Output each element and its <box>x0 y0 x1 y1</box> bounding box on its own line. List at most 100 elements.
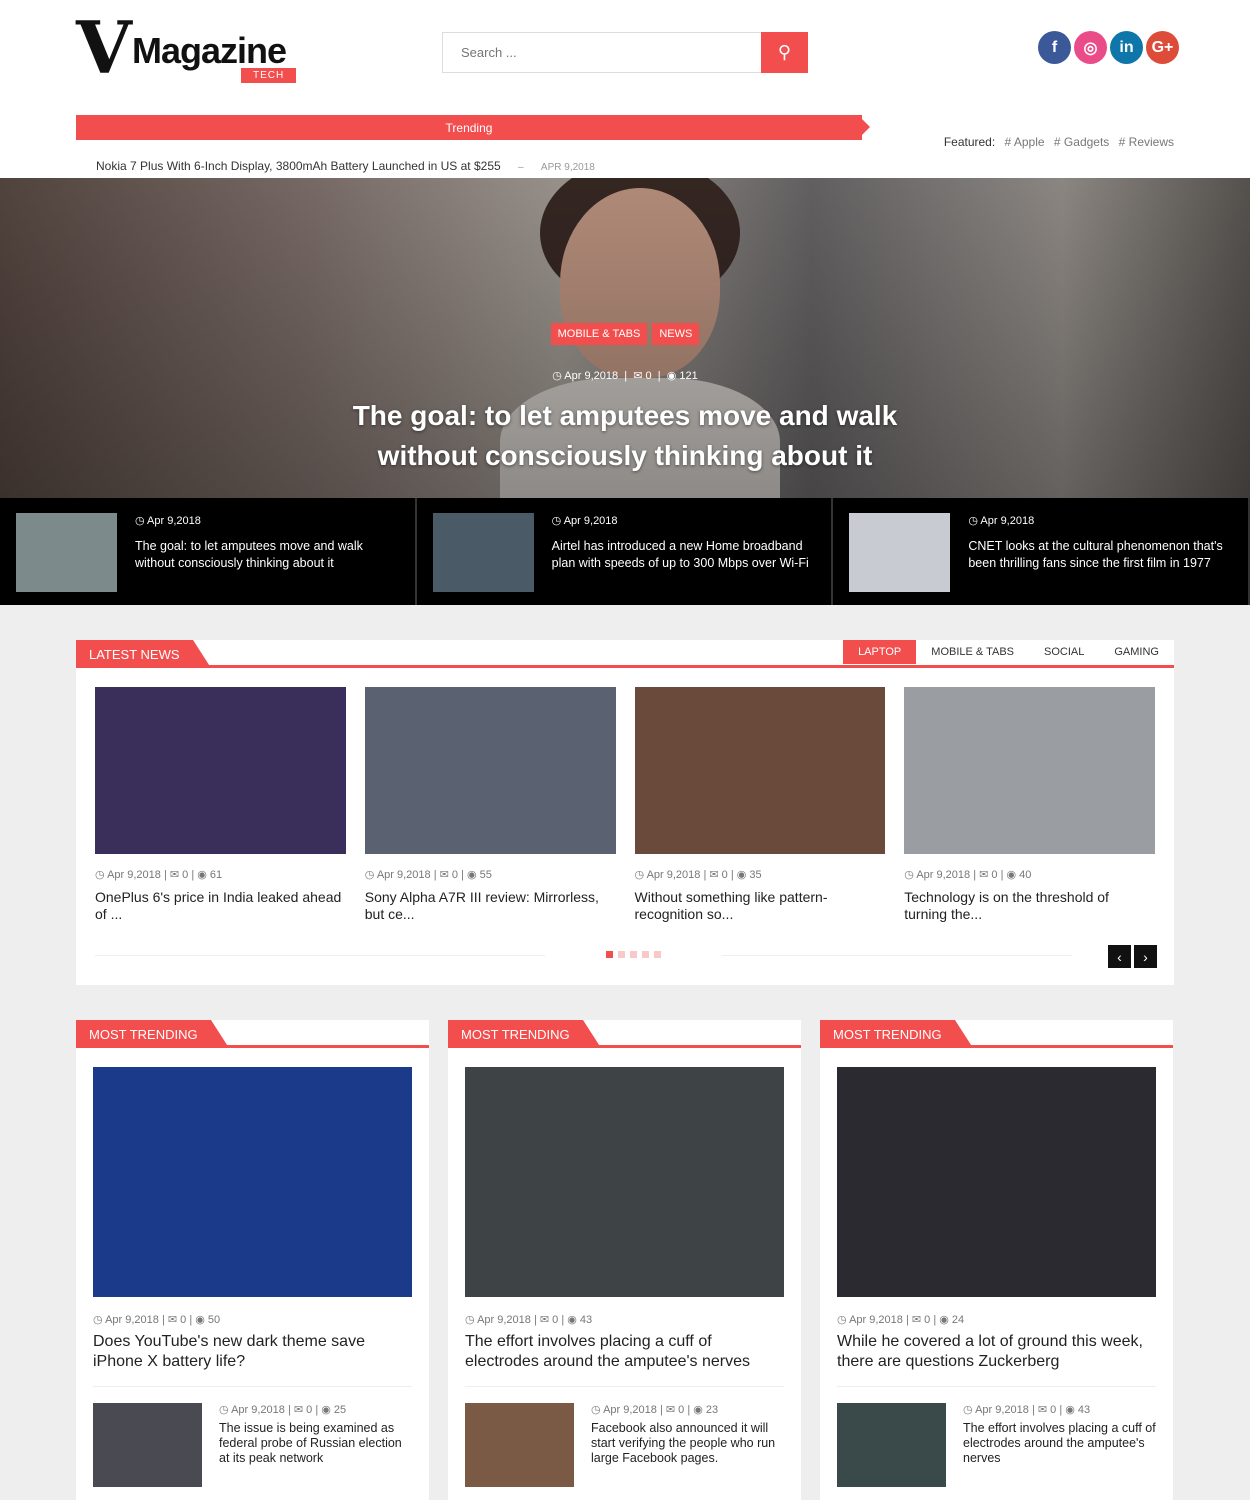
section-label: MOST TRENDING <box>76 1020 229 1048</box>
carousel-arrows: ‹ › <box>1108 945 1157 968</box>
small-title[interactable]: The issue is being examined as federal p… <box>219 1421 412 1466</box>
post-date: Apr 9,2018 <box>849 1314 903 1326</box>
news-card[interactable]: ◷ Apr 9,2018 | ✉ 0 | ◉ 61 OnePlus 6's pri… <box>95 687 346 923</box>
logo-text: Magazine <box>132 30 287 71</box>
post-date: Apr 9,2018 <box>603 1404 657 1416</box>
strip-date: ◷ Apr 9,2018 <box>135 515 201 527</box>
card-image <box>904 687 1155 854</box>
strip-title[interactable]: Airtel has introduced a new Home broadba… <box>552 538 816 572</box>
comment-icon: ✉ <box>293 1404 307 1416</box>
pager-dot[interactable] <box>654 951 661 958</box>
post-date: Apr 9,2018 <box>105 1314 159 1326</box>
pager-line <box>722 955 1072 956</box>
eye-icon: ◉ <box>197 869 210 881</box>
trend-small-post[interactable]: ◷ Apr 9,2018 | ✉ 0 | ◉ 25 The issue is be… <box>93 1403 412 1487</box>
trend-title[interactable]: Does YouTube's new dark theme save iPhon… <box>93 1332 412 1387</box>
next-button[interactable]: › <box>1134 945 1157 968</box>
trend-small-post[interactable]: ◷ Apr 9,2018 | ✉ 0 | ◉ 43 The effort invo… <box>837 1403 1156 1487</box>
section-header: MOST TRENDING <box>76 1020 429 1048</box>
trend-image[interactable] <box>837 1067 1156 1297</box>
card-image <box>364 687 616 854</box>
post-comments: 0 <box>182 869 189 881</box>
pager-dot[interactable] <box>642 951 649 958</box>
post-comments: 0 <box>1050 1404 1057 1416</box>
ticker-sep: – <box>518 162 524 173</box>
tab-social[interactable]: SOCIAL <box>1029 640 1099 664</box>
clock-icon: ◷ <box>591 1404 604 1416</box>
trend-image[interactable] <box>465 1067 784 1297</box>
section-label: MOST TRENDING <box>448 1020 601 1048</box>
post-date: Apr 9,2018 <box>975 1404 1029 1416</box>
hero-tag[interactable]: MOBILE & TABS <box>550 323 648 345</box>
logo-mark: V <box>76 5 132 90</box>
tab-gaming[interactable]: GAMING <box>1099 640 1174 664</box>
featured-tag[interactable]: # Apple <box>1005 135 1045 149</box>
pager-dot[interactable] <box>606 951 613 958</box>
card-title[interactable]: Without something like pattern-recogniti… <box>635 889 886 923</box>
comment-icon: ✉ <box>539 1314 553 1326</box>
card-title[interactable]: Technology is on the threshold of turnin… <box>904 889 1155 923</box>
post-meta: ◷ Apr 9,2018 | ✉ 0 | ◉ 61 <box>95 869 223 881</box>
featured-strip: ◷ Apr 9,2018 The goal: to let amputees mo… <box>0 498 1250 605</box>
strip-text: ◷ Apr 9,2018 CNET looks at the cultural p… <box>968 513 1232 590</box>
google-plus-icon[interactable]: G+ <box>1146 31 1179 64</box>
post-views: 50 <box>207 1314 221 1326</box>
search-input[interactable] <box>442 32 761 73</box>
linkedin-icon[interactable]: in <box>1110 31 1143 64</box>
clock-icon: ◷ <box>963 1404 976 1416</box>
search-button[interactable]: ⚲ <box>761 32 808 73</box>
featured-tag[interactable]: # Gadgets <box>1054 135 1109 149</box>
strip-item[interactable]: ◷ Apr 9,2018 The goal: to let amputees mo… <box>0 498 417 605</box>
dribbble-icon[interactable]: ◎ <box>1074 31 1107 64</box>
site-logo[interactable]: V Magazine TECH <box>76 12 306 91</box>
post-views: 55 <box>479 869 492 881</box>
card-title[interactable]: Sony Alpha A7R III review: Mirrorless, b… <box>365 889 616 923</box>
post-date: Apr 9,2018 <box>107 869 161 881</box>
small-title[interactable]: The effort involves placing a cuff of el… <box>963 1421 1156 1466</box>
tab-laptop[interactable]: LAPTOP <box>843 640 917 664</box>
trend-small-post[interactable]: ◷ Apr 9,2018 | ✉ 0 | ◉ 23 Facebook also a… <box>465 1403 784 1487</box>
eye-icon: ◉ <box>939 1314 952 1326</box>
prev-button[interactable]: ‹ <box>1108 945 1131 968</box>
post-meta: ◷ Apr 9,2018 | ✉ 0 | ◉ 24 <box>837 1314 965 1326</box>
pager-dot[interactable] <box>630 951 637 958</box>
trend-title[interactable]: The effort involves placing a cuff of el… <box>465 1332 784 1387</box>
small-title[interactable]: Facebook also announced it will start ve… <box>591 1421 784 1466</box>
post-views: 25 <box>333 1404 347 1416</box>
post-date: Apr 9,2018 <box>231 1404 285 1416</box>
tab-mobile-tabs[interactable]: MOBILE & TABS <box>916 640 1029 664</box>
most-trending-column: MOST TRENDING ◷ Apr 9,2018 | ✉ 0 | ◉ 50 Do… <box>76 1020 429 1500</box>
clock-icon: ◷ <box>93 1314 106 1326</box>
news-card[interactable]: ◷ Apr 9,2018 | ✉ 0 | ◉ 40 Technology is o… <box>904 687 1155 923</box>
hero-title[interactable]: The goal: to let amputees move and walk … <box>300 396 950 476</box>
small-text: ◷ Apr 9,2018 | ✉ 0 | ◉ 25 The issue is be… <box>219 1403 412 1487</box>
post-comments: 0 <box>924 1314 931 1326</box>
trend-title[interactable]: While he covered a lot of ground this we… <box>837 1332 1156 1387</box>
ticker-title[interactable]: Nokia 7 Plus With 6-Inch Display, 3800mA… <box>96 159 501 173</box>
trending-label: Trending <box>445 120 493 135</box>
featured-tags: Featured: # Apple # Gadgets # Reviews <box>944 135 1174 149</box>
pager-dot[interactable] <box>618 951 625 958</box>
news-card[interactable]: ◷ Apr 9,2018 | ✉ 0 | ◉ 35 Without somethi… <box>634 687 886 923</box>
section-header: MOST TRENDING <box>820 1020 1173 1048</box>
facebook-icon[interactable]: f <box>1038 31 1071 64</box>
clock-icon: ◷ <box>364 869 377 881</box>
post-comments: 0 <box>721 869 728 881</box>
comment-icon: ✉ <box>979 869 992 881</box>
news-card[interactable]: ◷ Apr 9,2018 | ✉ 0 | ◉ 55 Sony Alpha A7R … <box>364 687 616 923</box>
post-views: 40 <box>1019 869 1032 881</box>
post-date: Apr 9,2018 <box>477 1314 531 1326</box>
strip-text: ◷ Apr 9,2018 Airtel has introduced a new … <box>552 513 816 590</box>
strip-title[interactable]: The goal: to let amputees move and walk … <box>135 538 399 572</box>
comment-icon: ✉ <box>665 1404 679 1416</box>
trend-image[interactable] <box>93 1067 412 1297</box>
hero-tag[interactable]: NEWS <box>652 323 700 345</box>
card-title[interactable]: OnePlus 6's price in India leaked ahead … <box>95 889 346 923</box>
featured-tag[interactable]: # Reviews <box>1119 135 1174 149</box>
strip-item[interactable]: ◷ Apr 9,2018 Airtel has introduced a new … <box>417 498 834 605</box>
strip-item[interactable]: ◷ Apr 9,2018 CNET looks at the cultural p… <box>833 498 1250 605</box>
eye-icon: ◉ <box>195 1314 208 1326</box>
trending-bar: Trending <box>76 115 870 140</box>
clock-icon: ◷ <box>552 370 562 382</box>
strip-title[interactable]: CNET looks at the cultural phenomenon th… <box>968 538 1232 572</box>
